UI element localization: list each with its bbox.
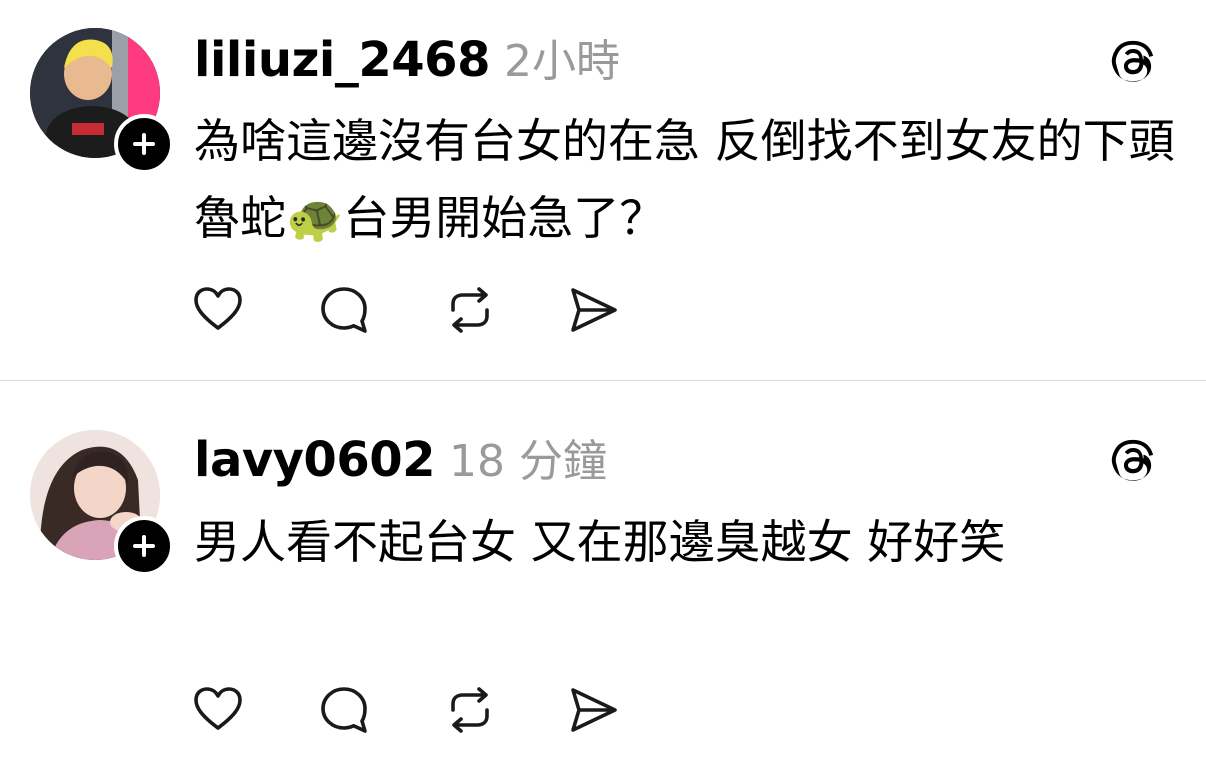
timestamp: 18 分鐘 (449, 436, 607, 487)
post-header: lavy0602 18 分鐘 (194, 430, 607, 490)
post-text: 為啥這邊沒有台女的在急 反倒找不到女友的下頭魯蛇🐢台男開始急了？ (194, 114, 1175, 245)
timestamp: 2小時 (503, 36, 620, 87)
share-icon[interactable] (568, 684, 620, 736)
username[interactable]: lavy0602 (194, 432, 436, 488)
heart-icon[interactable] (192, 684, 244, 736)
follow-plus-icon[interactable] (114, 114, 174, 174)
repost-icon[interactable] (444, 684, 496, 736)
heart-icon[interactable] (192, 284, 244, 336)
thread-post: lavy0602 18 分鐘 男人看不起台女 又在那邊臭越女 好好笑 (0, 381, 1206, 762)
action-bar (192, 684, 632, 736)
share-icon[interactable] (568, 284, 620, 336)
threads-icon[interactable] (1110, 37, 1158, 85)
thread-post: liliuzi_2468 2小時 為啥這邊沒有台女的在急 反倒找不到女友的下頭魯蛇… (0, 0, 1206, 380)
repost-icon[interactable] (444, 284, 496, 336)
threads-icon[interactable] (1110, 436, 1158, 484)
action-bar (192, 284, 632, 336)
comment-icon[interactable] (318, 284, 370, 336)
username[interactable]: liliuzi_2468 (194, 32, 490, 88)
post-header: liliuzi_2468 2小時 (194, 30, 620, 90)
comment-icon[interactable] (318, 684, 370, 736)
post-text: 男人看不起台女 又在那邊臭越女 好好笑 (194, 515, 1006, 569)
follow-plus-icon[interactable] (114, 516, 174, 576)
